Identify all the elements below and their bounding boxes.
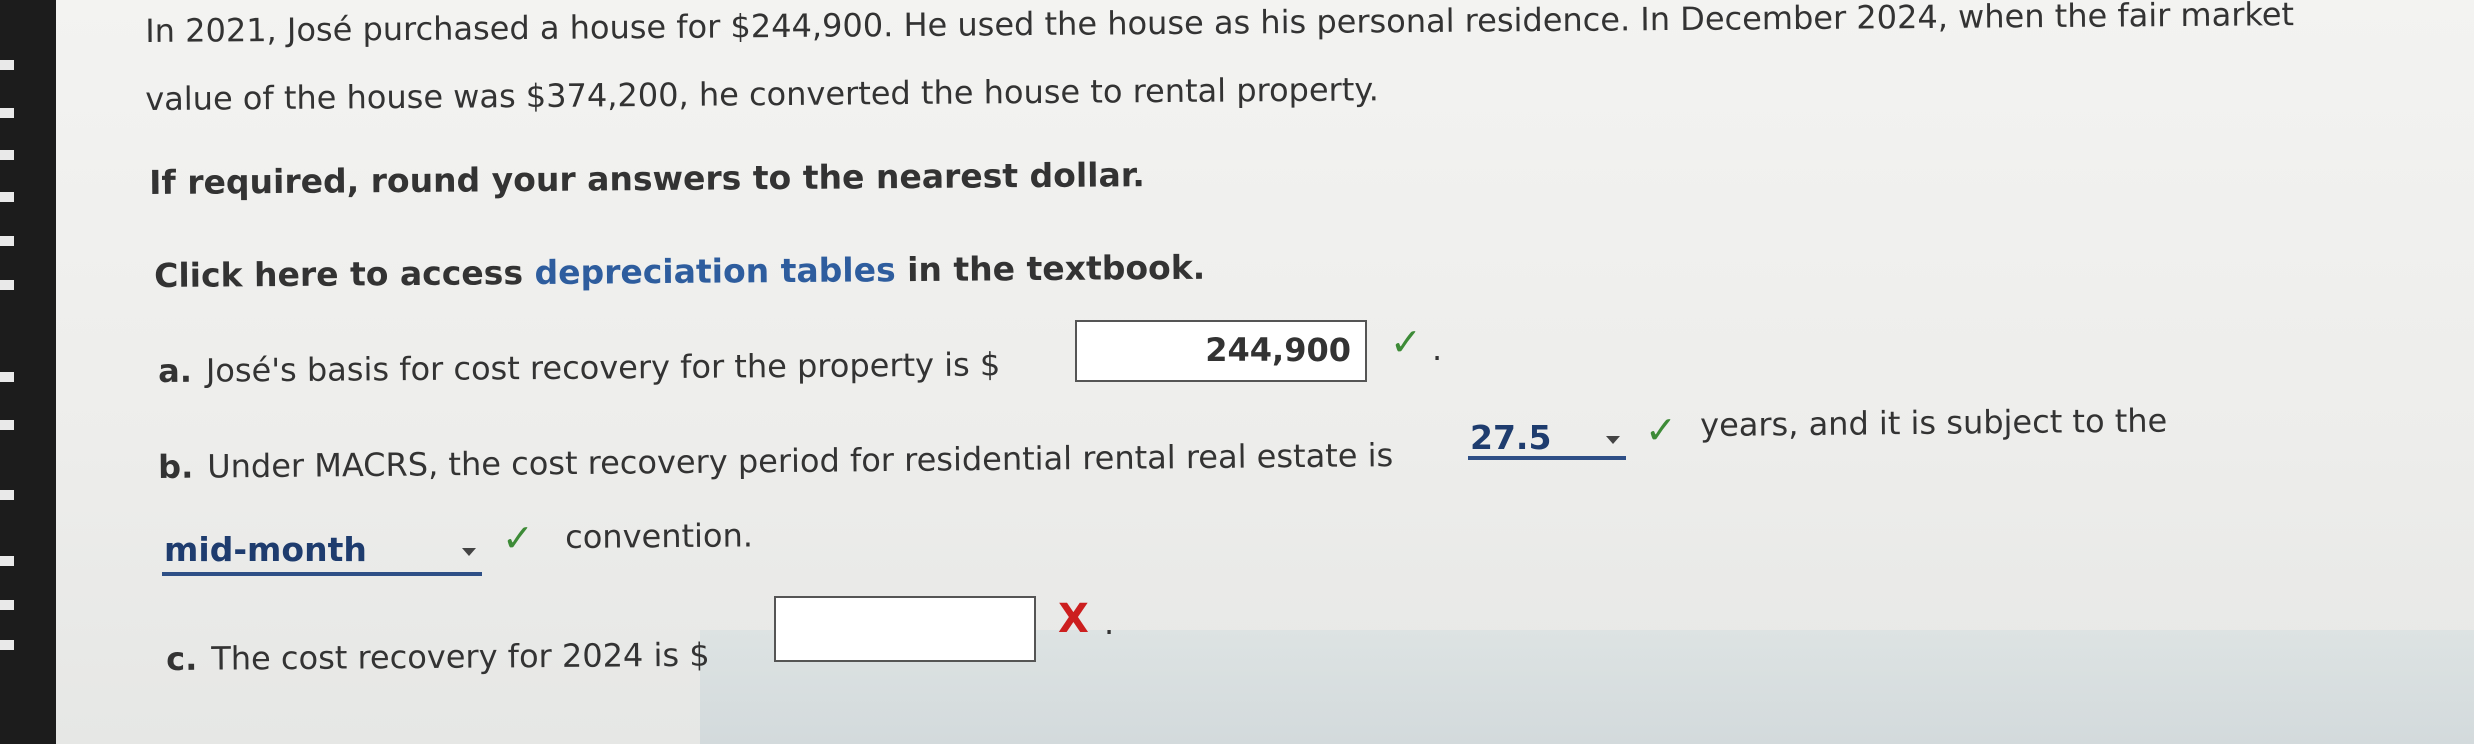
part-a-letter: a.: [158, 351, 193, 390]
chevron-down-icon: [1606, 436, 1620, 444]
part-c-text: The cost recovery for 2024 is $: [211, 635, 710, 678]
part-a-answer-input[interactable]: 244,900: [1075, 320, 1367, 382]
edge-mark: [0, 600, 14, 610]
part-a-period: .: [1432, 330, 1443, 368]
edge-mark: [0, 108, 14, 118]
convention-correct-check-icon: ✓: [502, 516, 534, 560]
part-b-text-middle: years, and it is subject to the: [1700, 401, 2168, 444]
edge-mark: [0, 60, 14, 70]
recovery-period-dropdown[interactable]: 27.5: [1468, 418, 1626, 460]
problem-line-2: value of the house was $374,200, he conv…: [145, 70, 1379, 118]
left-edge-strip: [0, 0, 56, 744]
recovery-period-value: 27.5: [1470, 418, 1552, 457]
depreciation-tables-link[interactable]: depreciation tables: [534, 250, 895, 292]
edge-mark: [0, 640, 14, 650]
part-c-period: .: [1104, 604, 1115, 642]
edge-mark: [0, 150, 14, 160]
part-a-question: a. José's basis for cost recovery for the…: [158, 345, 1000, 390]
edge-mark: [0, 420, 14, 430]
part-b-letter: b.: [158, 447, 194, 486]
part-a-correct-check-icon: ✓: [1390, 320, 1422, 364]
edge-mark: [0, 372, 14, 382]
part-c-answer-input[interactable]: [774, 596, 1036, 662]
part-c-question: c. The cost recovery for 2024 is $: [166, 636, 710, 678]
part-c-letter: c.: [166, 639, 198, 678]
edge-mark: [0, 556, 14, 566]
convention-dropdown[interactable]: mid-month: [162, 530, 482, 576]
chevron-down-icon: [462, 548, 476, 556]
part-a-text: José's basis for cost recovery for the p…: [205, 345, 1001, 390]
part-b-text-after: convention.: [565, 516, 754, 556]
rounding-instruction: If required, round your answers to the n…: [149, 155, 1146, 202]
period-correct-check-icon: ✓: [1645, 408, 1677, 452]
convention-value: mid-month: [164, 530, 367, 569]
edge-mark: [0, 236, 14, 246]
tables-text-before: Click here to access: [154, 253, 535, 295]
part-c-incorrect-x-icon: X: [1058, 596, 1089, 642]
tables-text-after: in the textbook.: [895, 247, 1206, 290]
edge-mark: [0, 280, 14, 290]
tables-instruction: Click here to access depreciation tables…: [154, 248, 1205, 295]
edge-mark: [0, 490, 14, 500]
edge-mark: [0, 192, 14, 202]
